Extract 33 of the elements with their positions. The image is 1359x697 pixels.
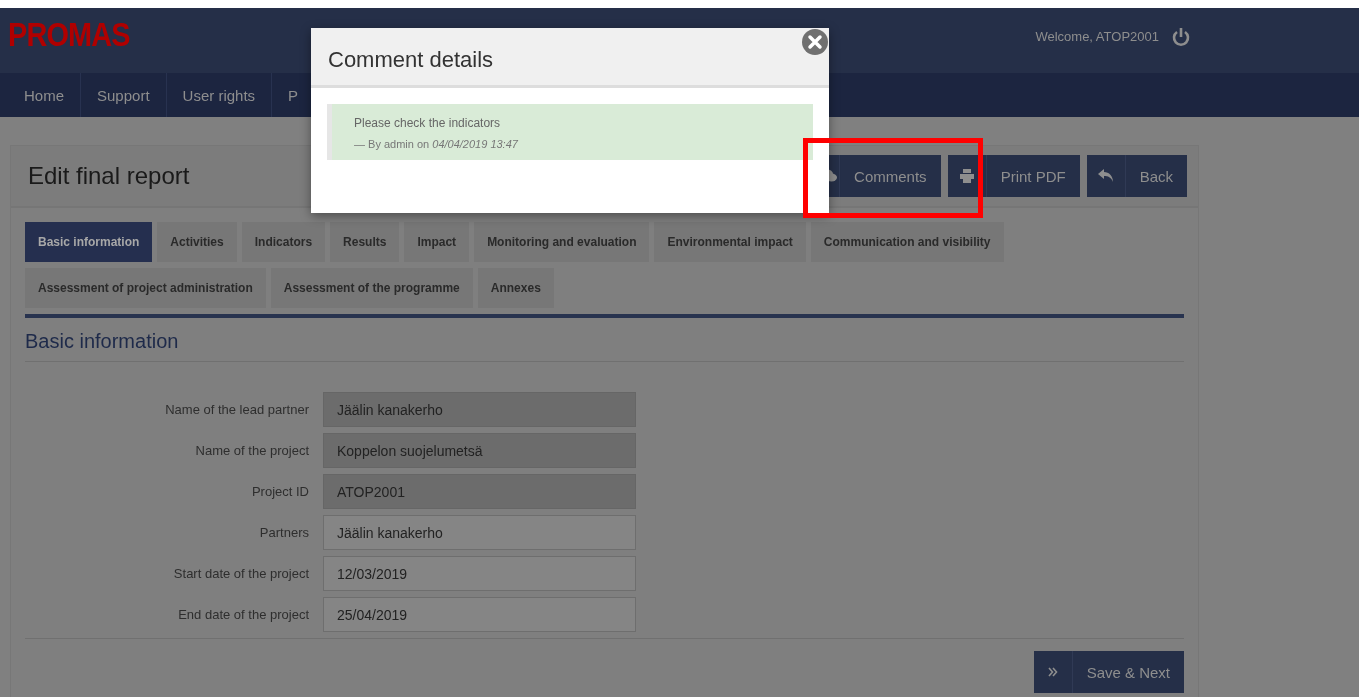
input-field[interactable]: 12/03/2019 [323, 556, 636, 591]
page-title: Edit final report [28, 162, 190, 190]
input-field[interactable]: Jäälin kanakerho [323, 515, 636, 550]
nav-item[interactable]: Support [81, 73, 167, 117]
tab[interactable]: Communication and visibility [810, 222, 1004, 262]
comment-text: Please check the indicators [354, 116, 502, 130]
tab[interactable]: Indicators [241, 222, 326, 262]
field-label: Start date of the project [172, 566, 310, 581]
tab[interactable]: Assessment of project administration [25, 268, 266, 308]
action-button[interactable]: Print PDF [947, 155, 1080, 197]
logo[interactable]: PROMAS [8, 15, 130, 54]
field-label: Partners [258, 525, 310, 540]
field-label: Name of the lead partner [164, 402, 310, 417]
tab[interactable]: Results [330, 222, 400, 262]
save-next-button[interactable]: Save & Next [1033, 651, 1184, 693]
tab[interactable]: Environmental impact [654, 222, 806, 262]
tab[interactable]: Basic information [25, 222, 153, 262]
tab[interactable]: Impact [404, 222, 470, 262]
tab[interactable]: Monitoring and evaluation [474, 222, 650, 262]
input-field[interactable]: 25/04/2019 [323, 597, 636, 632]
field-label: Name of the project [194, 443, 310, 458]
tab[interactable]: Assessment of the programme [270, 268, 473, 308]
section-title: Basic information [25, 330, 180, 353]
nav-item[interactable]: User rights [166, 73, 273, 117]
tab[interactable]: Activities [157, 222, 237, 262]
action-button[interactable]: Back [1086, 155, 1187, 197]
dialog-title: Comment details [328, 47, 494, 73]
field-label: End date of the project [177, 607, 310, 622]
welcome-text: Welcome, ATOP2001 [1035, 29, 1159, 44]
comment-byline: — By admin on 04/04/2019 13:47 [354, 138, 519, 150]
nav-item[interactable]: Home [8, 73, 81, 117]
tab[interactable]: Annexes [477, 268, 554, 308]
field-label: Project ID [250, 484, 310, 499]
